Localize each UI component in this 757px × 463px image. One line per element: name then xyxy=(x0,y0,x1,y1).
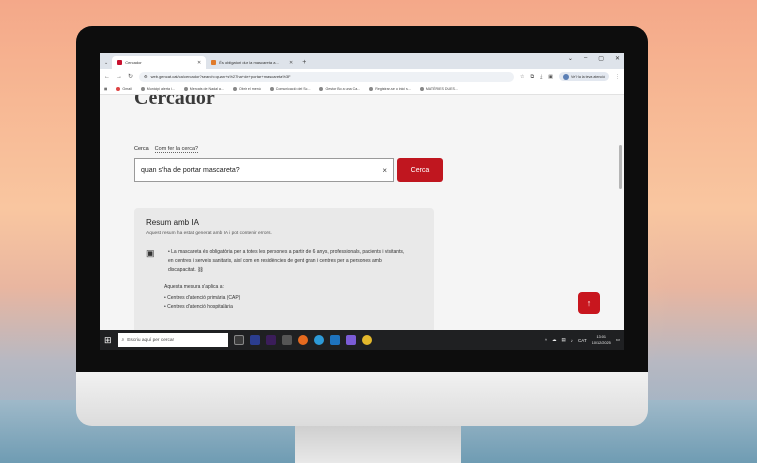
globe-icon xyxy=(232,87,237,91)
page-title: Cercador xyxy=(134,95,215,109)
gmail-icon xyxy=(116,87,121,91)
ai-summary-title: Resum amb IA xyxy=(146,218,199,227)
bookmark-item[interactable]: Municipi alerta i... xyxy=(140,87,175,91)
search-label-row: Cerca Com fer la cerca? xyxy=(134,146,199,153)
windows-taskbar: ⊞ ⌕ Escriu aquí per cercar ^ ☁ ▤ ♪ CAT 1… xyxy=(100,330,624,350)
address-url: web.gencat.cat/ca/cercador?search=quan+s… xyxy=(150,74,291,79)
taskbar-clock[interactable]: 13:01 10/12/2025 xyxy=(592,334,611,346)
search-icon: ⌕ xyxy=(121,338,125,343)
extension-icon[interactable]: ⧉ xyxy=(531,74,535,80)
avatar xyxy=(563,73,570,80)
applies-label: Aquesta mesura s'aplica a: xyxy=(164,284,224,290)
windows-start-icon[interactable]: ⊞ xyxy=(104,335,112,346)
bookmarks-bar: ▦ Gmail Municipi alerta i... Mercats de … xyxy=(100,84,624,95)
task-view-icon[interactable] xyxy=(233,335,244,345)
monitor-chin xyxy=(76,372,648,426)
bookmark-item[interactable]: Gmail xyxy=(116,87,132,91)
cloud-icon[interactable]: ☁ xyxy=(552,337,557,343)
screen: ⌄ Cercador ✕ És obligatori dur la mascar… xyxy=(100,53,624,350)
profile-label: Ve’l·la la teva atenció xyxy=(571,74,605,79)
bookmark-item[interactable]: MATÈRIES DUES... xyxy=(419,87,458,91)
scroll-to-top-button[interactable]: ↑ xyxy=(578,292,600,314)
menu-icon[interactable]: ⋮ xyxy=(615,74,620,80)
teams-icon[interactable] xyxy=(345,335,356,345)
system-tray: ^ ☁ ▤ ♪ CAT 13:01 10/12/2025 ▭ xyxy=(545,334,620,346)
tab-cercador[interactable]: Cercador ✕ xyxy=(112,56,207,69)
bookmark-item[interactable]: Comunicació del Sc... xyxy=(269,87,310,91)
tab-close-icon[interactable]: ✕ xyxy=(197,60,201,66)
tab-list-icon[interactable]: ⌄ xyxy=(568,55,573,62)
link-icon[interactable]: ⛓ xyxy=(197,267,203,273)
ai-summary-card: Resum amb IA Aquest resum ha estat gener… xyxy=(134,208,434,330)
page-content: Cercador Cerca Com fer la cerca? quan s'… xyxy=(100,95,624,330)
ai-summary-bullet: • La mascareta és obligatòria per a tote… xyxy=(168,249,405,273)
clear-icon[interactable]: × xyxy=(382,166,387,175)
photoshop-icon[interactable] xyxy=(249,335,260,345)
minimize-icon[interactable]: – xyxy=(584,55,587,62)
downloads-icon[interactable]: ⤓ xyxy=(540,74,542,80)
puzzle-icon[interactable]: ▣ xyxy=(548,74,553,80)
page-scrollbar[interactable] xyxy=(619,145,622,189)
profile-chip[interactable]: Ve’l·la la teva atenció xyxy=(559,72,609,81)
taskbar-search-input[interactable]: ⌕ Escriu aquí per cercar xyxy=(117,333,228,347)
search-input[interactable]: quan s'ha de portar mascareta? × xyxy=(134,158,394,182)
search-button[interactable]: Cerca xyxy=(397,158,443,182)
forward-icon[interactable]: → xyxy=(116,74,122,80)
tab-title: És obligatori dur la mascareta a... xyxy=(219,60,279,65)
taskbar-search-placeholder: Escriu aquí per cercar xyxy=(127,337,175,343)
globe-icon xyxy=(183,87,188,91)
list-item: • Centres d'atenció hospitalària xyxy=(164,304,233,310)
language-indicator[interactable]: CAT xyxy=(578,338,587,343)
globe-icon xyxy=(269,87,274,91)
search-label: Cerca xyxy=(134,146,149,152)
reload-icon[interactable]: ↻ xyxy=(128,73,133,80)
close-window-icon[interactable]: ✕ xyxy=(615,55,620,62)
firefox-icon[interactable] xyxy=(297,335,308,345)
bookmark-item[interactable]: Obrir el menú xyxy=(232,87,261,91)
bookmark-item[interactable]: Gestor Bo a una Ca... xyxy=(319,87,360,91)
list-item: • Centres d'atenció primària (CAP) xyxy=(164,295,241,301)
volume-icon[interactable]: ♪ xyxy=(571,338,573,343)
new-tab-button[interactable]: + xyxy=(298,56,310,69)
robot-icon: ▣ xyxy=(146,248,155,258)
maximize-icon[interactable]: ▢ xyxy=(598,55,604,62)
notifications-icon[interactable]: ▭ xyxy=(616,337,620,343)
edge-icon[interactable] xyxy=(313,335,324,345)
gencat-favicon-icon xyxy=(117,60,123,65)
apps-grid-icon[interactable]: ▦ xyxy=(104,87,107,91)
ai-summary-row: ▣ • La mascareta és obligatòria per a to… xyxy=(146,248,422,275)
monitor-stand xyxy=(295,426,461,463)
address-bar[interactable]: ⚙ web.gencat.cat/ca/cercador?search=quan… xyxy=(139,71,515,82)
arrow-up-icon: ↑ xyxy=(586,298,592,308)
chrome-icon[interactable] xyxy=(361,335,372,345)
app-icon[interactable] xyxy=(281,335,292,345)
bookmark-item[interactable]: Mercats de Nadal a... xyxy=(183,87,224,91)
tab-title: Cercador xyxy=(125,60,142,65)
globe-icon xyxy=(369,87,374,91)
onedrive-icon[interactable] xyxy=(329,335,340,345)
globe-icon xyxy=(419,87,424,91)
site-favicon-icon xyxy=(211,60,217,65)
chevron-up-icon[interactable]: ^ xyxy=(545,338,547,343)
how-to-search-link[interactable]: Com fer la cerca? xyxy=(154,146,199,153)
bookmark-star-icon[interactable]: ☆ xyxy=(520,74,524,80)
site-info-icon[interactable]: ⚙ xyxy=(144,74,148,79)
back-icon[interactable]: ← xyxy=(104,74,110,80)
window-controls: ⌄ – ▢ ✕ xyxy=(568,55,620,62)
tab-strip: ⌄ Cercador ✕ És obligatori dur la mascar… xyxy=(100,53,624,69)
tab-close-icon[interactable]: ✕ xyxy=(289,60,293,66)
globe-icon xyxy=(140,87,145,91)
tab-search-icon[interactable]: ⌄ xyxy=(100,56,112,69)
applies-list: • Centres d'atenció primària (CAP) • Cen… xyxy=(164,294,422,312)
browser-toolbar: ← → ↻ ⚙ web.gencat.cat/ca/cercador?searc… xyxy=(100,69,624,84)
premiere-icon[interactable] xyxy=(265,335,276,345)
bookmark-item[interactable]: Registrar-se o inici s... xyxy=(369,87,411,91)
globe-icon xyxy=(319,87,324,91)
tab-mascareta[interactable]: És obligatori dur la mascareta a... ✕ xyxy=(206,56,298,69)
ai-summary-subtitle: Aquest resum ha estat generat amb IA i p… xyxy=(146,231,272,236)
network-icon[interactable]: ▤ xyxy=(562,337,566,343)
search-input-value: quan s'ha de portar mascareta? xyxy=(141,166,240,174)
